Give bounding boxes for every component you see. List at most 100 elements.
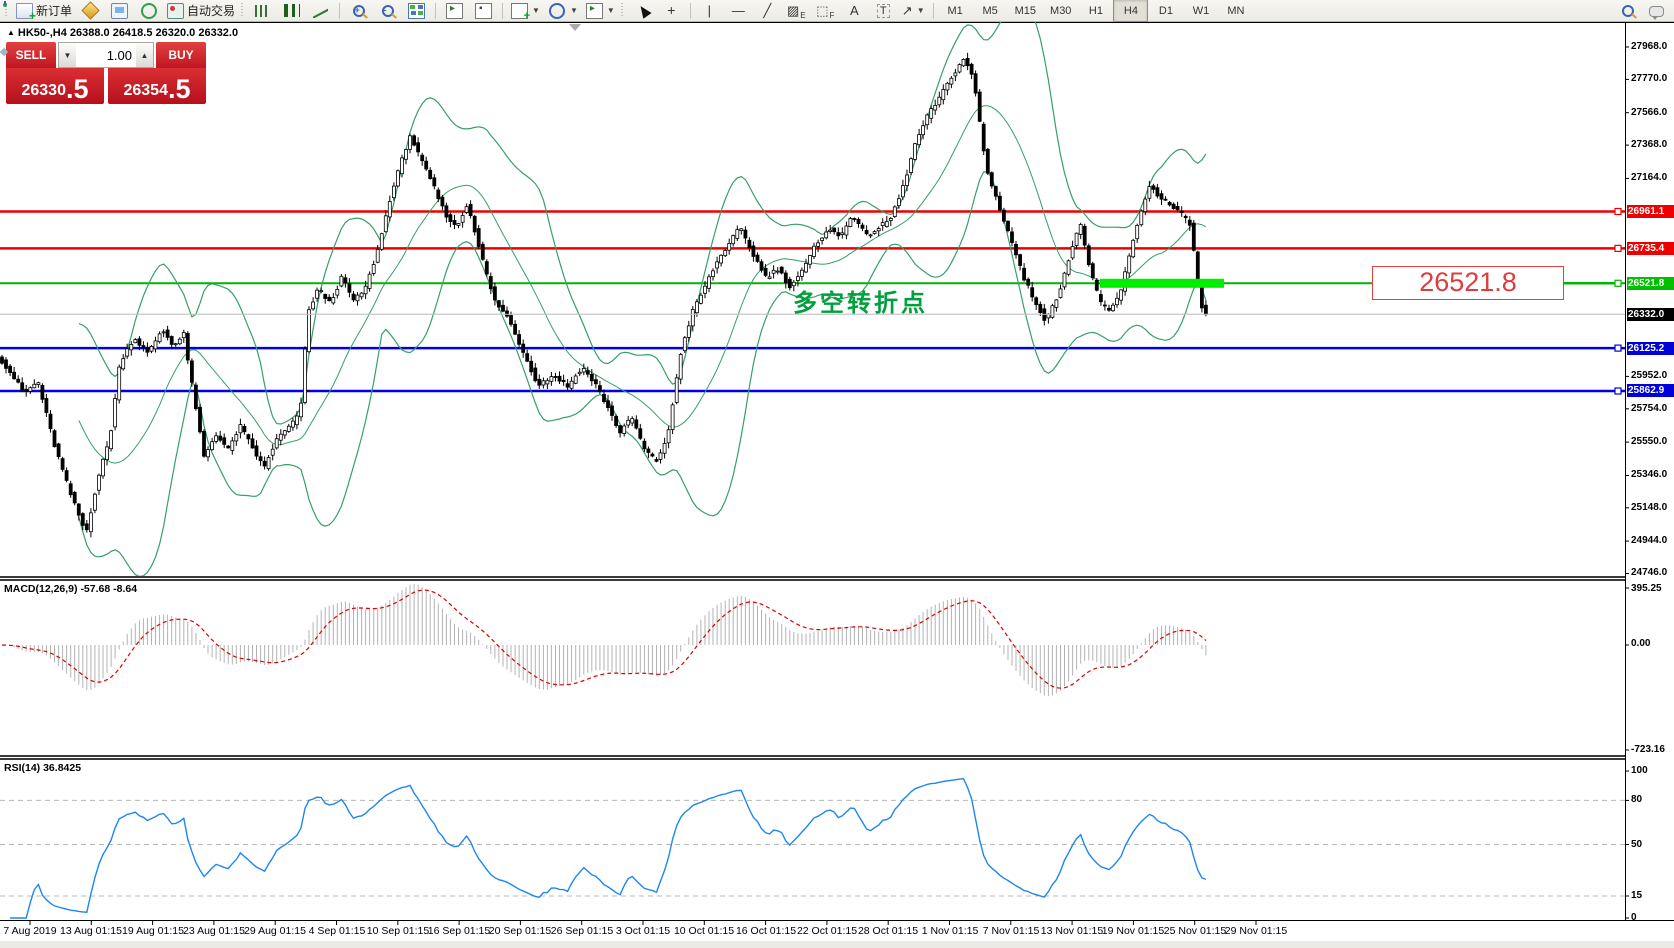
- macd-label: MACD(12,26,9) -57.68 -8.64: [4, 583, 138, 595]
- buy-price-button[interactable]: 26354.5: [108, 68, 206, 104]
- channel-letter: E: [800, 11, 806, 20]
- zoom-out-icon: -: [381, 4, 394, 17]
- timeframe-button-w1[interactable]: W1: [1183, 0, 1218, 22]
- text-tool-icon: A: [849, 3, 859, 18]
- new-chart-dropdown[interactable]: ▼: [507, 0, 544, 22]
- timeframe-button-m1[interactable]: M1: [938, 0, 973, 22]
- date-tick-label: 25 Nov 01:15: [1163, 925, 1227, 937]
- search-button[interactable]: [1613, 0, 1642, 21]
- price-tick-label: 24944.0: [1631, 535, 1668, 546]
- auto-trading-label: 自动交易: [187, 4, 236, 18]
- price-tick-label: 25550.0: [1631, 436, 1668, 447]
- window-bottom-strip: [0, 941, 1674, 948]
- price-tick-label: 25952.0: [1631, 370, 1668, 381]
- buy-price-frac: .5: [167, 74, 191, 104]
- one-click-trading-panel: SELL ▼ ▲ BUY 26330.5 26354.5: [0, 42, 206, 104]
- arrows-dropdown[interactable]: ↗ ▼: [898, 0, 929, 21]
- level-price-label-current-price: 26332.0: [1627, 308, 1674, 321]
- terminal-icon: [111, 2, 129, 19]
- price-tick-label: 24746.0: [1631, 567, 1668, 578]
- candle-chart-button[interactable]: [277, 0, 306, 21]
- fibonacci-button[interactable]: ⬚ F: [811, 0, 840, 21]
- template-icon: [585, 2, 603, 19]
- price-tick-label: 27968.0: [1631, 41, 1668, 52]
- timeframe-button-h4[interactable]: H4: [1113, 0, 1149, 22]
- text-tool-button[interactable]: A: [840, 0, 869, 21]
- macd-tick-label: 0.00: [1631, 638, 1651, 649]
- buy-button[interactable]: BUY: [156, 42, 206, 68]
- zoom-out-button[interactable]: -: [373, 0, 402, 21]
- level-price-label-resistance-1: 26961.1: [1627, 205, 1674, 218]
- timeframe-group: M1 M5 M15 M30 H1 H4 D1 W1 MN: [938, 0, 1254, 22]
- timeframe-button-mn[interactable]: MN: [1218, 0, 1253, 22]
- terminal-button[interactable]: [105, 0, 134, 21]
- level-price-label-pivot-green: 26521.8: [1627, 277, 1674, 290]
- equidistant-channel-button[interactable]: ▨ E: [782, 0, 811, 21]
- crosshair-button[interactable]: +: [657, 0, 686, 21]
- pane-separator-rsi[interactable]: [0, 755, 1625, 760]
- toolbar-separator: [689, 2, 691, 19]
- level-price-label-resistance-2: 26735.4: [1627, 242, 1674, 255]
- horizontal-line-button[interactable]: —: [724, 0, 753, 21]
- template-dropdown[interactable]: ▼: [582, 0, 619, 21]
- date-tick-label: 29 Nov 01:15: [1224, 925, 1288, 937]
- tile-windows-button[interactable]: [402, 0, 431, 21]
- timeframe-button-m30[interactable]: M30: [1043, 0, 1078, 22]
- trendline-button[interactable]: ╱: [753, 0, 782, 21]
- chat-icon: [1649, 6, 1664, 20]
- toolbar-separator: [932, 2, 934, 19]
- auto-trading-button[interactable]: 自动交易: [163, 0, 239, 21]
- new-order-label: 新订单: [36, 4, 73, 18]
- vertical-line-button[interactable]: |: [695, 0, 724, 21]
- date-tick-label: 19 Nov 01:15: [1101, 925, 1165, 937]
- zoom-in-button[interactable]: +: [344, 0, 373, 21]
- timeframe-button-h1[interactable]: H1: [1078, 0, 1113, 22]
- timeframe-button-d1[interactable]: D1: [1148, 0, 1183, 22]
- signals-button[interactable]: [134, 0, 163, 21]
- date-tick-label: 23 Aug 01:15: [183, 925, 245, 937]
- chevron-down-icon: ▼: [916, 6, 925, 15]
- macd-pane[interactable]: [0, 581, 1625, 755]
- new-order-icon: [16, 2, 36, 23]
- auto-trading-icon: [167, 2, 185, 19]
- signal-icon: [140, 2, 157, 19]
- volume-decrease-button[interactable]: ▼: [59, 43, 76, 67]
- date-tick-label: 13 Nov 01:15: [1040, 925, 1104, 937]
- bar-chart-button[interactable]: [248, 0, 277, 21]
- price-tick-label: 25148.0: [1631, 502, 1668, 513]
- price-tick-label: 25754.0: [1631, 403, 1668, 414]
- cursor-button[interactable]: [628, 0, 657, 21]
- toolbar-grip[interactable]: [241, 3, 247, 18]
- line-chart-icon: [313, 4, 328, 18]
- toolbar-grip[interactable]: [620, 3, 626, 18]
- rsi-pane[interactable]: [0, 760, 1625, 920]
- auto-scroll-button[interactable]: [440, 0, 469, 21]
- date-tick-label: 16 Sep 01:15: [427, 925, 491, 937]
- tick-chart-button[interactable]: [76, 0, 105, 21]
- date-tick-label: 29 Aug 01:15: [244, 925, 306, 937]
- text-label-button[interactable]: T: [869, 0, 898, 21]
- line-chart-button[interactable]: [306, 0, 335, 21]
- date-tick-label: 1 Nov 01:15: [921, 925, 979, 937]
- price-tick-label: 25346.0: [1631, 469, 1668, 480]
- pane-separator-macd[interactable]: [0, 576, 1625, 581]
- chart-shift-button[interactable]: [469, 0, 498, 21]
- timeframe-button-m15[interactable]: M15: [1008, 0, 1043, 22]
- sell-price-button[interactable]: 26330.5: [6, 68, 104, 104]
- rsi-tick-label: 0: [1631, 912, 1637, 923]
- chevron-down-icon: ▼: [569, 6, 578, 15]
- date-tick-label: 16 Oct 01:15: [735, 925, 797, 937]
- date-tick-label: 28 Oct 01:15: [857, 925, 919, 937]
- timeframe-button-m5[interactable]: M5: [973, 0, 1008, 22]
- new-chart-icon: [511, 2, 530, 22]
- date-tick-label: 19 Aug 01:15: [122, 925, 184, 937]
- price-callout-box[interactable]: 26521.8: [1372, 266, 1564, 300]
- date-tick-label: 7 Aug 2019: [3, 925, 57, 937]
- volume-input[interactable]: [76, 43, 136, 67]
- volume-increase-button[interactable]: ▲: [136, 43, 153, 67]
- sell-button[interactable]: SELL: [6, 42, 56, 68]
- chat-button[interactable]: [1642, 0, 1671, 21]
- new-order-button[interactable]: 新订单: [12, 0, 76, 23]
- date-tick-label: 10 Sep 01:15: [366, 925, 430, 937]
- period-dropdown[interactable]: ▼: [544, 0, 582, 21]
